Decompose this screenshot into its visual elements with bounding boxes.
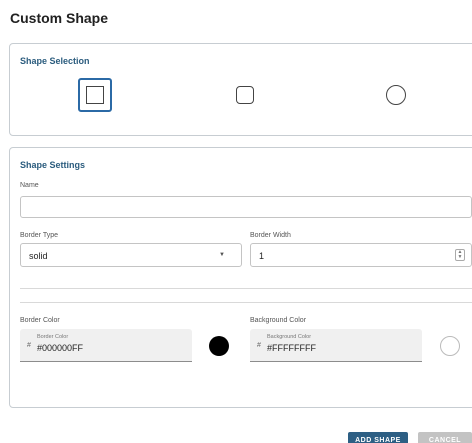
- border-type-label: Border Type: [20, 232, 59, 239]
- border-color-value: #000000FF: [37, 343, 84, 353]
- border-color-field[interactable]: # Border Color #000000FF: [20, 329, 192, 362]
- border-color-label: Border Color: [20, 317, 60, 324]
- shape-settings-panel: Shape Settings Name Border Type solid ▼ …: [9, 147, 472, 408]
- border-width-input[interactable]: 1 ▲ ▼: [250, 243, 472, 267]
- shape-option-circle[interactable]: [379, 78, 413, 112]
- shape-selection-panel: Shape Selection: [9, 43, 472, 136]
- shape-option-rounded-square[interactable]: [228, 78, 262, 112]
- background-color-label: Background Color: [250, 317, 307, 324]
- name-input[interactable]: [20, 196, 472, 218]
- divider: [20, 302, 472, 303]
- divider: [20, 288, 472, 289]
- dialog-title: Custom Shape: [10, 10, 109, 26]
- stepper-icon[interactable]: ▲ ▼: [455, 249, 465, 261]
- border-type-select[interactable]: solid ▼: [20, 243, 242, 267]
- cancel-button[interactable]: CANCEL: [418, 432, 472, 443]
- rounded-square-icon: [236, 86, 254, 104]
- border-color-swatch[interactable]: [209, 336, 229, 356]
- shape-selection-heading: Shape Selection: [20, 56, 90, 66]
- border-width-label: Border Width: [250, 232, 291, 239]
- border-width-value: 1: [259, 251, 265, 261]
- background-color-field[interactable]: # Background Color #FFFFFFFF: [250, 329, 422, 362]
- custom-shape-dialog: Custom Shape Shape Selection Shape Setti…: [0, 0, 472, 443]
- shape-option-square[interactable]: [78, 78, 112, 112]
- background-color-swatch[interactable]: [440, 336, 460, 356]
- shape-settings-heading: Shape Settings: [20, 160, 86, 170]
- background-color-value: #FFFFFFFF: [267, 343, 316, 353]
- hash-icon: #: [257, 342, 261, 349]
- name-label: Name: [20, 182, 39, 189]
- background-color-field-label: Background Color: [267, 334, 312, 340]
- add-shape-button[interactable]: ADD SHAPE: [348, 432, 408, 443]
- square-icon: [86, 86, 104, 104]
- chevron-down-icon: ▼: [219, 252, 225, 258]
- circle-icon: [386, 85, 406, 105]
- border-type-value: solid: [29, 251, 48, 261]
- border-color-field-label: Border Color: [37, 334, 69, 340]
- hash-icon: #: [27, 342, 31, 349]
